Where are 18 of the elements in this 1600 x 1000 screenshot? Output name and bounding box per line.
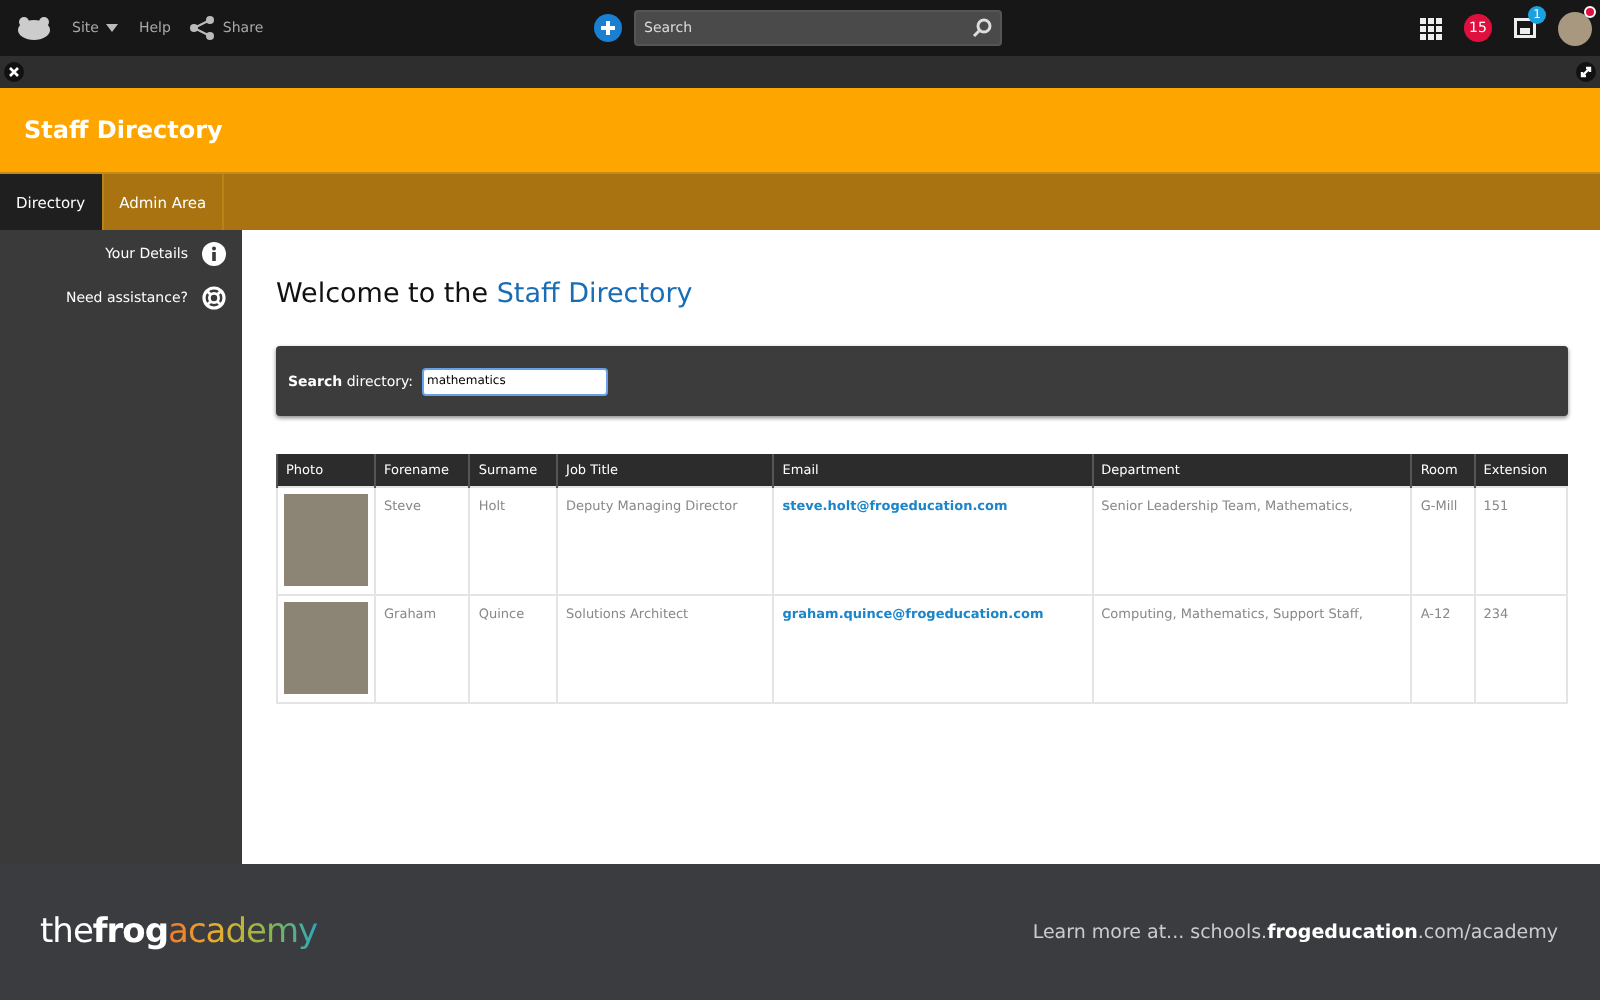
photo-placeholder: [284, 601, 368, 693]
info-icon[interactable]: [202, 242, 226, 266]
search-icon[interactable]: [972, 18, 992, 38]
caret-icon[interactable]: [106, 24, 119, 32]
apps-grid-icon[interactable]: [1420, 17, 1442, 39]
expand-icon[interactable]: [1576, 62, 1596, 82]
inbox-icon[interactable]: [1514, 18, 1536, 38]
frog-icon[interactable]: [16, 16, 52, 40]
share-icon[interactable]: [190, 16, 215, 40]
avatar[interactable]: [1558, 11, 1592, 45]
lifebuoy-icon[interactable]: [202, 286, 226, 310]
welcome-heading: Welcome to the Staff Directory: [276, 278, 695, 310]
photo-placeholder: [284, 493, 368, 585]
footer-link[interactable]: Learn more at... schools.frogeducation.com/academy: [1032, 921, 1558, 943]
academy-logo: thefrogacademy: [40, 912, 318, 952]
close-icon[interactable]: [4, 62, 24, 82]
add-icon[interactable]: [594, 14, 622, 42]
page-title: Staff Directory: [24, 116, 223, 144]
